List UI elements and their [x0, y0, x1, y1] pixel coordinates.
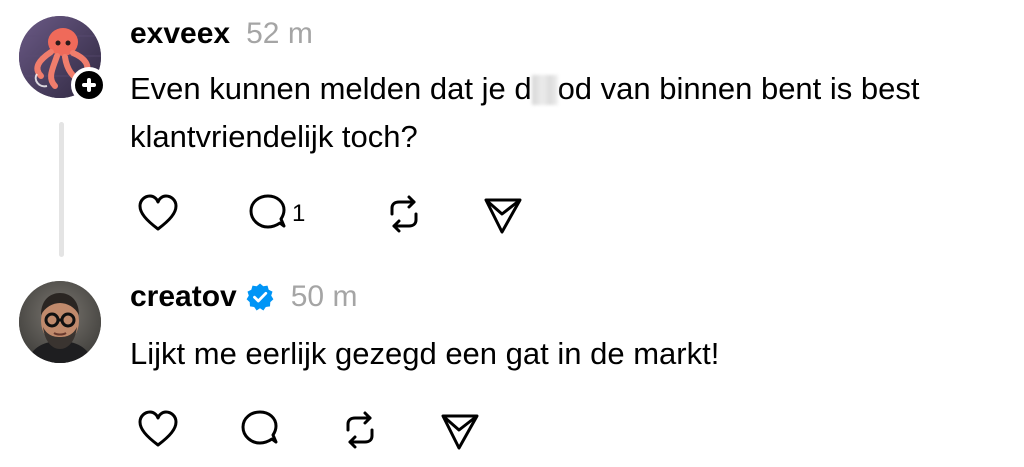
reply-button[interactable]	[238, 408, 282, 452]
username[interactable]: exveex	[130, 17, 230, 51]
reply-button[interactable]: 1	[246, 192, 305, 236]
post-text: Lijkt me eerlijk gezegd een gat in de ma…	[130, 336, 720, 371]
heart-icon	[138, 194, 178, 231]
repost-icon	[390, 195, 418, 233]
thread-line	[59, 122, 64, 257]
post-actions	[136, 408, 536, 452]
timestamp: 50 m	[290, 280, 358, 313]
post-text-part-1: Even kunnen melden dat je d	[130, 71, 532, 106]
follow-plus-icon[interactable]	[71, 67, 107, 103]
post-text: Even kunnen melden dat je d od van binnen…	[130, 65, 1020, 161]
username[interactable]: creatov	[130, 280, 237, 314]
post-creatov: creatov 50 m Lijkt me eerlijk gezegd een…	[0, 265, 1024, 467]
verified-icon	[246, 283, 274, 311]
post-header: creatov 50 m	[130, 277, 357, 317]
repost-button[interactable]	[382, 192, 426, 236]
share-icon	[484, 198, 522, 234]
avatar[interactable]	[19, 281, 101, 363]
share-button[interactable]	[438, 408, 482, 452]
heart-icon	[138, 410, 178, 447]
share-button[interactable]	[481, 192, 525, 236]
share-icon	[441, 414, 479, 450]
like-button[interactable]	[136, 192, 180, 236]
comment-icon	[241, 410, 278, 445]
reply-count: 1	[292, 200, 306, 227]
redacted-text-blur	[531, 75, 558, 105]
comment-icon	[249, 194, 286, 229]
repost-icon	[346, 411, 374, 449]
man-with-glasses-avatar-image	[19, 281, 101, 363]
timestamp: 52 m	[246, 17, 313, 50]
post-exveex: exveex 52 m Even kunnen melden dat je do…	[0, 0, 1024, 265]
post-header: exveex 52 m	[130, 14, 313, 54]
like-button[interactable]	[136, 408, 180, 452]
post-actions: 1	[136, 192, 536, 236]
repost-button[interactable]	[338, 408, 382, 452]
